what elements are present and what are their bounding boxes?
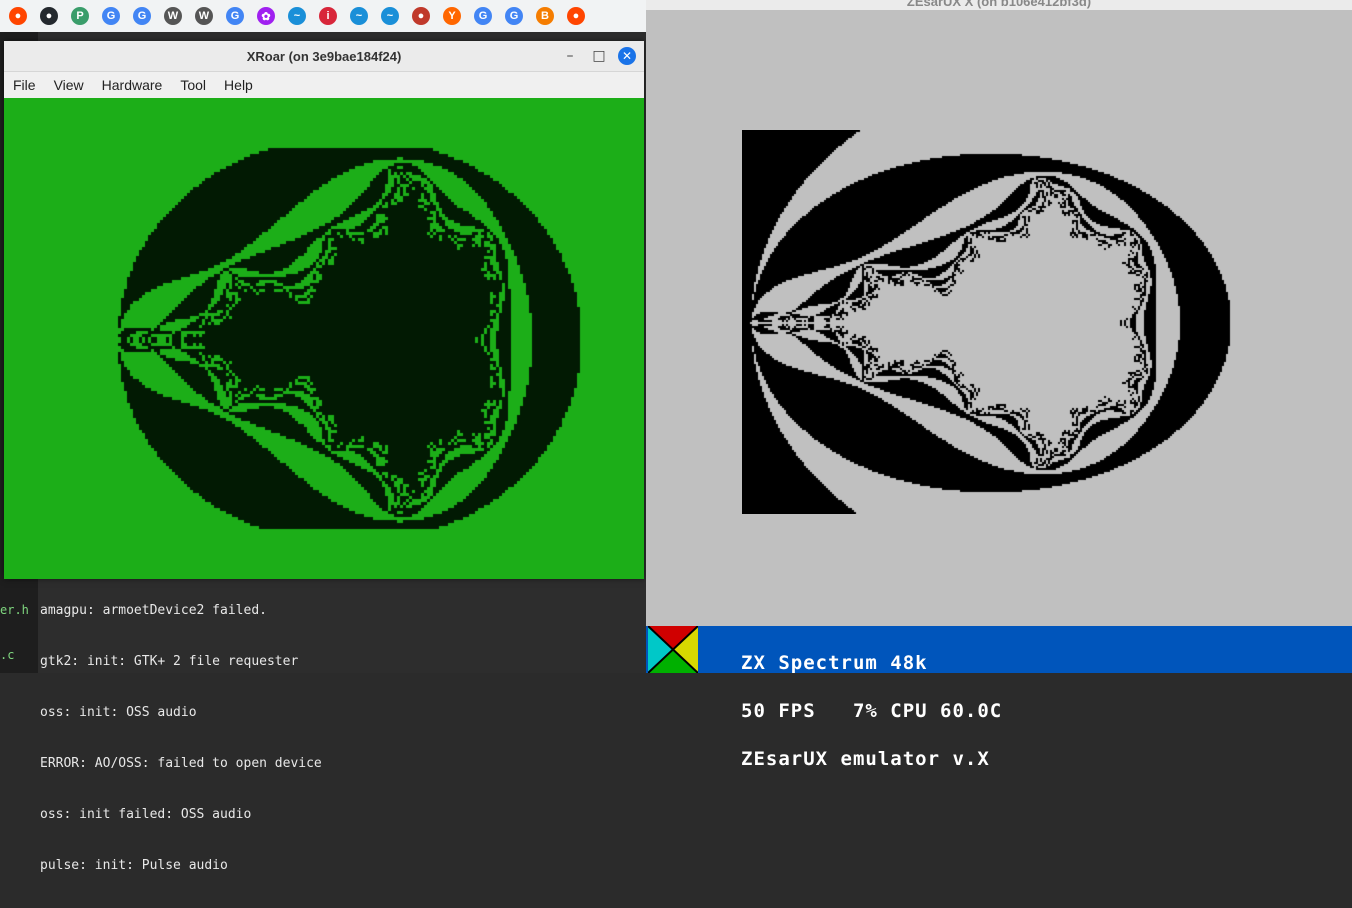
google-icon: G xyxy=(226,7,244,25)
pypi-icon: P xyxy=(71,7,89,25)
bluesky-icon: ~ xyxy=(288,7,306,25)
bookmark-item[interactable]: W xyxy=(159,2,187,30)
status-line: ZEsarUX emulator v.X xyxy=(741,748,990,770)
menu-bar: File View Hardware Tool Help xyxy=(4,72,644,99)
bookmark-item[interactable]: G xyxy=(128,2,156,30)
bookmark-item[interactable]: ~ xyxy=(345,2,373,30)
bookmarks-bar: ● ● P G G W W G ✿ ~ i ~ ~ ● Y G G B ● xyxy=(0,0,646,32)
google-icon: G xyxy=(505,7,523,25)
bookmark-item[interactable]: G xyxy=(97,2,125,30)
bookmark-item[interactable]: ~ xyxy=(376,2,404,30)
menu-hardware[interactable]: Hardware xyxy=(93,77,172,93)
blogger-icon: B xyxy=(536,7,554,25)
bookmark-item[interactable]: ● xyxy=(4,2,32,30)
terminal-line: amagpu: armoetDevice2 failed. xyxy=(40,603,267,618)
bookmark-item[interactable]: ✿ xyxy=(252,2,280,30)
zx-logo-icon xyxy=(648,626,698,673)
bookmark-item[interactable]: G xyxy=(221,2,249,30)
bookmark-item[interactable]: ● xyxy=(562,2,590,30)
menu-tool[interactable]: Tool xyxy=(171,77,215,93)
terminal-line: oss: init: OSS audio xyxy=(40,705,197,720)
terminal-output: amagpu: armoetDevice2 failed. gtk2: init… xyxy=(40,568,322,908)
bookmark-item[interactable]: ● xyxy=(407,2,435,30)
emulator-screen[interactable] xyxy=(742,130,1254,514)
gutter-filename[interactable]: .c xyxy=(0,648,14,662)
bookmark-item[interactable]: W xyxy=(190,2,218,30)
window-title: ZEsarUX X (on b106e412bf3d) xyxy=(906,0,1092,9)
terminal-line: pulse: init: Pulse audio xyxy=(40,858,228,873)
bluesky-icon: ~ xyxy=(381,7,399,25)
menu-view[interactable]: View xyxy=(45,77,93,93)
bookmark-item[interactable]: P xyxy=(66,2,94,30)
bookmark-item[interactable]: G xyxy=(469,2,497,30)
menu-help[interactable]: Help xyxy=(215,77,262,93)
maximize-icon[interactable]: □ xyxy=(589,46,609,66)
gear-icon: ✿ xyxy=(257,7,275,25)
bluesky-icon: ~ xyxy=(350,7,368,25)
bookmark-item[interactable]: ● xyxy=(35,2,63,30)
minimize-icon[interactable]: – xyxy=(560,46,580,66)
bookmark-item[interactable]: B xyxy=(531,2,559,30)
emulator-screen[interactable] xyxy=(4,98,644,579)
window-title: XRoar (on 3e9bae184f24) xyxy=(246,48,402,64)
gutter-filename[interactable]: er.h xyxy=(0,603,29,617)
status-line: ZX Spectrum 48k xyxy=(741,652,928,674)
status-text: ZX Spectrum 48k 50 FPS 7% CPU 60.0C ZEsa… xyxy=(741,623,1002,799)
terminal-line: ERROR: AO/OSS: failed to open device xyxy=(40,756,322,771)
info-icon: i xyxy=(319,7,337,25)
reddit-icon: ● xyxy=(567,7,585,25)
zesarux-titlebar[interactable]: ZEsarUX X (on b106e412bf3d) xyxy=(646,0,1352,10)
github-icon: ● xyxy=(40,7,58,25)
google-icon: G xyxy=(102,7,120,25)
wikipedia-icon: W xyxy=(195,7,213,25)
status-bar: ZX Spectrum 48k 50 FPS 7% CPU 60.0C ZEsa… xyxy=(646,626,1352,769)
google-icon: G xyxy=(133,7,151,25)
xroar-titlebar[interactable]: XRoar (on 3e9bae184f24) – □ ✕ xyxy=(4,41,644,72)
wikipedia-icon: W xyxy=(164,7,182,25)
close-icon[interactable]: ✕ xyxy=(618,47,636,65)
ycombinator-icon: Y xyxy=(443,7,461,25)
xroar-window: XRoar (on 3e9bae184f24) – □ ✕ File View … xyxy=(4,41,644,579)
reddit-icon: ● xyxy=(9,7,27,25)
bookmark-item[interactable]: i xyxy=(314,2,342,30)
zesarux-window: ZEsarUX X (on b106e412bf3d) ZX Spectrum … xyxy=(646,0,1352,769)
terminal-line: oss: init failed: OSS audio xyxy=(40,807,252,822)
record-icon: ● xyxy=(412,7,430,25)
bookmark-item[interactable]: ~ xyxy=(283,2,311,30)
menu-file[interactable]: File xyxy=(4,77,45,93)
google-icon: G xyxy=(474,7,492,25)
status-line: 50 FPS 7% CPU 60.0C xyxy=(741,700,1003,722)
bookmark-item[interactable]: Y xyxy=(438,2,466,30)
bookmark-item[interactable]: G xyxy=(500,2,528,30)
terminal-line: gtk2: init: GTK+ 2 file requester xyxy=(40,654,299,669)
